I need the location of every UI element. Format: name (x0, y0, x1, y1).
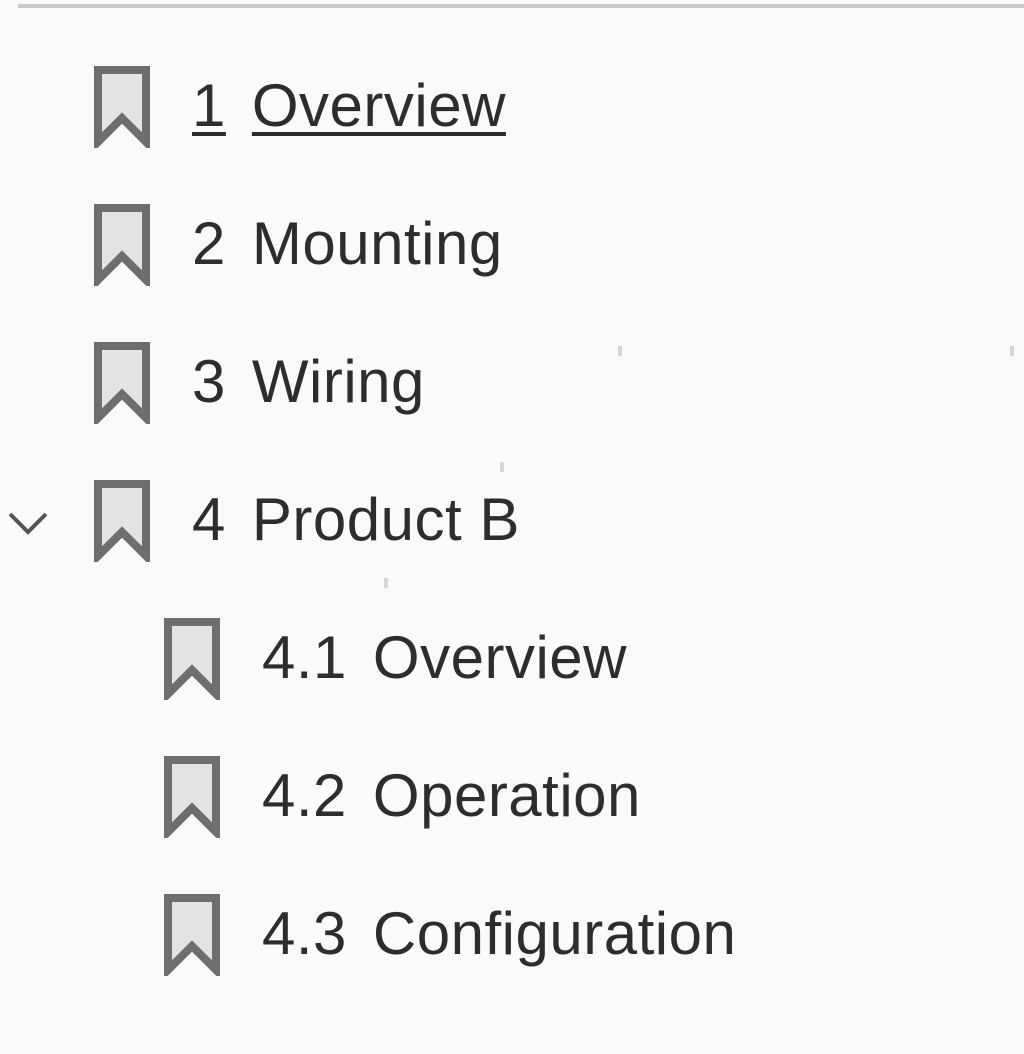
bookmark-icon (164, 618, 220, 700)
bookmark-label: 4.1 Overview (262, 624, 627, 691)
speck (384, 578, 388, 588)
bookmark-label: 2 Mounting (192, 210, 503, 277)
speck (1010, 346, 1014, 356)
bookmark-icon (94, 480, 150, 562)
bookmark-label: 4 Product B (192, 486, 520, 553)
chevron-down-icon[interactable] (0, 494, 56, 550)
panel-divider (18, 4, 1024, 8)
speck (618, 346, 622, 356)
bookmark-label: 4.2 Operation (262, 762, 641, 829)
bookmark-item-4-2-operation[interactable]: 4.2 Operation (162, 748, 641, 844)
bookmark-item-4-3-configuration[interactable]: 4.3 Configuration (162, 886, 736, 982)
speck (500, 462, 504, 472)
bookmark-icon (94, 204, 150, 286)
bookmark-item-4-product-b[interactable]: 4 Product B (8, 472, 520, 568)
bookmark-icon (94, 66, 150, 148)
bookmark-label: 1 Overview (192, 72, 506, 139)
bookmark-icon (94, 342, 150, 424)
bookmark-icon (164, 894, 220, 976)
bookmark-item-3-wiring[interactable]: 3 Wiring (92, 334, 425, 430)
bookmark-label: 4.3 Configuration (262, 900, 737, 967)
bookmark-item-4-1-overview[interactable]: 4.1 Overview (162, 610, 627, 706)
bookmark-item-2-mounting[interactable]: 2 Mounting (92, 196, 503, 292)
bookmarks-panel: 1 Overview 2 Mounting 3 Wiring 4 Product B 4… (0, 0, 1024, 1054)
bookmark-item-1-overview[interactable]: 1 Overview (92, 58, 506, 154)
bookmark-icon (164, 756, 220, 838)
bookmark-label: 3 Wiring (192, 348, 425, 415)
